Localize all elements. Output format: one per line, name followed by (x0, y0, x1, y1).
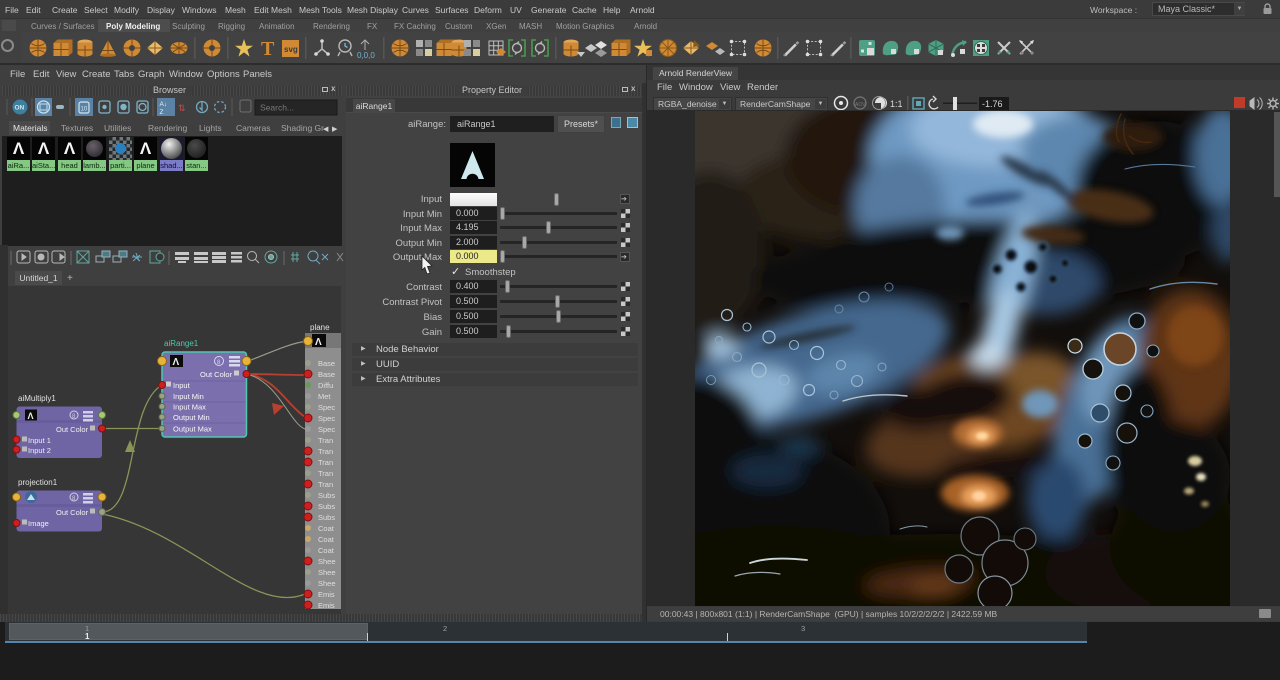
svg-text:Coat: Coat (318, 535, 335, 544)
svg-text:Input 2: Input 2 (28, 446, 51, 455)
svg-text:Tran: Tran (318, 469, 333, 478)
svg-text:Emis: Emis (318, 590, 335, 599)
svg-text:Out Color: Out Color (56, 508, 89, 517)
svg-text:Shading Gr: Shading Gr (281, 123, 324, 133)
svg-text:Textures: Textures (61, 123, 93, 133)
svg-text:ON: ON (15, 105, 25, 112)
svg-text:Diffu: Diffu (318, 381, 333, 390)
svg-text:Rendering: Rendering (148, 123, 187, 133)
svg-text:Emis: Emis (318, 601, 335, 610)
svg-text:Shee: Shee (318, 557, 336, 566)
svg-text:Tran: Tran (318, 436, 333, 445)
svg-text:Λ: Λ (315, 337, 322, 348)
svg-text:Coat: Coat (318, 524, 335, 533)
svg-text:Spec: Spec (318, 403, 335, 412)
svg-text:Subs: Subs (318, 491, 335, 500)
svg-text:Materials: Materials (13, 123, 47, 133)
svg-text:Shee: Shee (318, 579, 336, 588)
svg-text:svg: svg (284, 45, 298, 54)
svg-text:1:1: 1:1 (890, 99, 903, 109)
svg-text:Input 1: Input 1 (28, 436, 51, 445)
svg-text:T: T (261, 38, 275, 60)
svg-text:Out Color: Out Color (200, 370, 233, 379)
svg-text:Z: Z (160, 109, 164, 116)
svg-text:Tran: Tran (318, 480, 333, 489)
svg-text:10: 10 (81, 107, 88, 113)
svg-text:projection1: projection1 (18, 478, 58, 487)
svg-text:Spec: Spec (318, 425, 335, 434)
svg-text:-1.76: -1.76 (982, 99, 1003, 109)
svg-text:aiMultiply1: aiMultiply1 (18, 394, 56, 403)
svg-text:Spec: Spec (318, 414, 335, 423)
svg-text:▶: ▶ (332, 126, 338, 133)
svg-text:Input Min: Input Min (173, 392, 204, 401)
svg-text:AOV: AOV (855, 102, 866, 108)
svg-text:Met: Met (318, 392, 331, 401)
svg-text:Input Max: Input Max (173, 403, 206, 412)
svg-text:A↓: A↓ (160, 101, 168, 108)
svg-text:Lights: Lights (199, 123, 222, 133)
svg-text:Tran: Tran (318, 447, 333, 456)
svg-text:0,0,0: 0,0,0 (357, 51, 375, 60)
svg-text:plane: plane (310, 323, 330, 332)
svg-text:Search...: Search... (260, 103, 294, 113)
svg-text:Shee: Shee (318, 568, 336, 577)
svg-text:Coat: Coat (318, 546, 335, 555)
svg-text:Utilities: Utilities (104, 123, 131, 133)
svg-text:Base: Base (318, 370, 335, 379)
svg-text:aiRange1: aiRange1 (164, 339, 199, 348)
svg-text:Λ: Λ (173, 357, 180, 368)
svg-text:Output Min: Output Min (173, 413, 210, 422)
svg-text:⇅: ⇅ (178, 103, 186, 113)
svg-text:Tran: Tran (318, 458, 333, 467)
svg-text:Image: Image (28, 519, 49, 528)
svg-text:Base: Base (318, 359, 335, 368)
svg-text:Input: Input (173, 381, 191, 390)
svg-text:Subs: Subs (318, 502, 335, 511)
svg-text:Cameras: Cameras (236, 123, 270, 133)
svg-text:Out Color: Out Color (56, 425, 89, 434)
svg-text:Λ: Λ (28, 411, 34, 421)
svg-text:◀: ◀ (323, 126, 329, 133)
svg-text:Subs: Subs (318, 513, 335, 522)
svg-text:Output Max: Output Max (173, 425, 212, 434)
